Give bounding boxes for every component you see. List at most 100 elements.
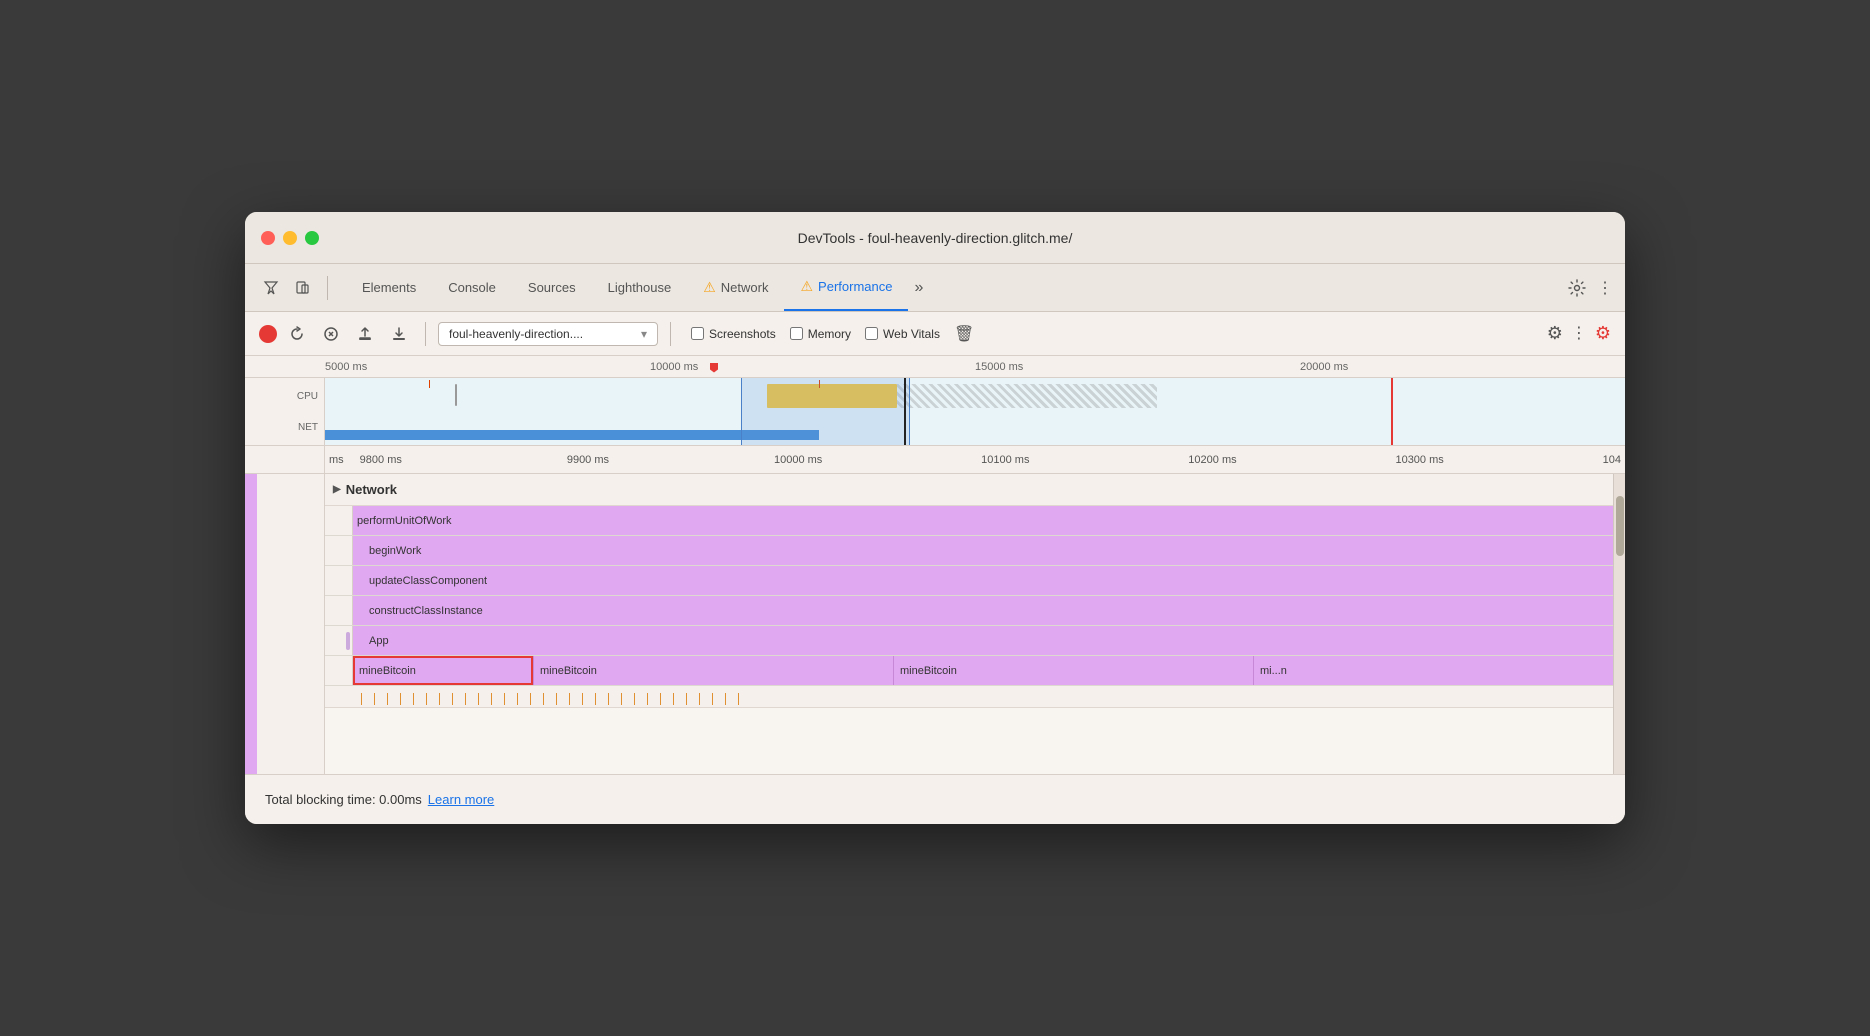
tick-10: [478, 693, 479, 705]
network-section-row[interactable]: ▶ Network: [325, 474, 1613, 506]
timeline-selection[interactable]: [741, 378, 910, 446]
detail-time-ruler: ms 9800 ms 9900 ms 10000 ms 10100 ms 102…: [245, 446, 1625, 474]
tr-ms: ms: [329, 454, 344, 466]
red-flag-marker: [710, 363, 718, 373]
update-class-cell[interactable]: updateClassComponent: [353, 566, 1613, 595]
record-button[interactable]: [259, 325, 277, 343]
flame-row-beginwork: beginWork: [325, 536, 1613, 566]
learn-more-link[interactable]: Learn more: [428, 792, 494, 807]
tick-row: [325, 686, 1613, 708]
more-tabs-button[interactable]: »: [908, 279, 929, 297]
reload-record-button[interactable]: [283, 320, 311, 348]
tick-18: [582, 693, 583, 705]
flame-row-updateclasscomponent: updateClassComponent: [325, 566, 1613, 596]
titlebar: DevTools - foul-heavenly-direction.glitc…: [245, 212, 1625, 264]
tabs-container: Elements Console Sources Lighthouse ⚠ Ne…: [338, 264, 1551, 311]
kebab-menu-button[interactable]: ⋮: [1597, 278, 1613, 298]
maximize-button[interactable]: [305, 231, 319, 245]
tr-10000: 10000 ms: [774, 454, 981, 466]
tick-11: [491, 693, 492, 705]
mine-block-3[interactable]: mineBitcoin: [893, 656, 1253, 685]
cpu-bar-small: [455, 384, 457, 406]
tr-104: 104: [1603, 454, 1625, 466]
settings-gear-icon[interactable]: ⚙: [1547, 323, 1563, 344]
close-button[interactable]: [261, 231, 275, 245]
ruler-15000: 15000 ms: [975, 361, 1300, 373]
clear-button[interactable]: 🗑: [954, 324, 974, 344]
tick-23: [647, 693, 648, 705]
left-sidebar: [245, 474, 325, 774]
device-icon[interactable]: [289, 274, 317, 302]
url-selector[interactable]: foul-heavenly-direction.... ▾: [438, 322, 658, 346]
scrollbar-thumb[interactable]: [1616, 496, 1624, 556]
tr-10300: 10300 ms: [1395, 454, 1602, 466]
web-vitals-checkbox[interactable]: Web Vitals: [865, 327, 940, 341]
inspector-icon[interactable]: [257, 274, 285, 302]
left-color-bar: [245, 474, 257, 774]
window-title: DevTools - foul-heavenly-direction.glitc…: [798, 230, 1073, 246]
tick-19: [595, 693, 596, 705]
tr-10100: 10100 ms: [981, 454, 1188, 466]
stop-button[interactable]: [317, 320, 345, 348]
traffic-lights: [261, 231, 319, 245]
tick-15: [543, 693, 544, 705]
tick-27: [699, 693, 700, 705]
tick-26: [686, 693, 687, 705]
cpu-orange-mark1: [429, 380, 430, 388]
upload-button[interactable]: [351, 320, 379, 348]
tick-17: [569, 693, 570, 705]
playhead-black: [904, 378, 906, 446]
red-settings-icon[interactable]: ⚙: [1595, 323, 1611, 344]
blocking-time-text: Total blocking time: 0.00ms: [265, 792, 422, 807]
memory-checkbox[interactable]: Memory: [790, 327, 851, 341]
tick-14: [530, 693, 531, 705]
net-label: NET: [251, 422, 318, 433]
tick-9: [465, 693, 466, 705]
vertical-scrollbar[interactable]: [1613, 474, 1625, 774]
tick-24: [660, 693, 661, 705]
performance-warning-icon: ⚠: [800, 278, 813, 295]
record-bar: foul-heavenly-direction.... ▾ Screenshot…: [245, 312, 1625, 356]
checkbox-group: Screenshots Memory Web Vitals: [691, 327, 940, 341]
tick-16: [556, 693, 557, 705]
tab-bar: Elements Console Sources Lighthouse ⚠ Ne…: [245, 264, 1625, 312]
begin-work-cell[interactable]: beginWork: [353, 536, 1613, 565]
url-text: foul-heavenly-direction....: [449, 327, 583, 341]
tick-12: [504, 693, 505, 705]
kebab-menu2-button[interactable]: ⋮: [1571, 323, 1587, 344]
mine-block-2[interactable]: mineBitcoin: [533, 656, 893, 685]
ruler-5000: 5000 ms: [325, 361, 650, 373]
screenshots-checkbox[interactable]: Screenshots: [691, 327, 776, 341]
tab-lighthouse[interactable]: Lighthouse: [592, 264, 688, 311]
tick-6: [426, 693, 427, 705]
timeline-overview[interactable]: 5000 ms 10000 ms 15000 ms 20000 ms CPU N…: [245, 356, 1625, 446]
mine-bitcoin-highlighted-cell[interactable]: mineBitcoin: [353, 656, 533, 685]
tick-30: [738, 693, 739, 705]
flame-row-performunitofwork: performUnitOfWork: [325, 506, 1613, 536]
ruler-20000: 20000 ms: [1300, 361, 1625, 373]
expand-arrow-icon[interactable]: ▶: [333, 484, 341, 495]
mine-block-4[interactable]: mi...n: [1253, 656, 1613, 685]
detail-area: ▶ Network performUnitOfWork beginWork: [245, 474, 1625, 774]
construct-class-cell[interactable]: constructClassInstance: [353, 596, 1613, 625]
tab-performance[interactable]: ⚠ Performance: [784, 264, 908, 311]
cpu-hatch-block: [897, 384, 1157, 408]
tick-20: [608, 693, 609, 705]
mine-bitcoin-blocks: mineBitcoin mineBitcoin mi...n: [533, 656, 1613, 685]
tab-sources[interactable]: Sources: [512, 264, 592, 311]
tick-21: [621, 693, 622, 705]
tab-network[interactable]: ⚠ Network: [687, 264, 784, 311]
minimize-button[interactable]: [283, 231, 297, 245]
tab-console[interactable]: Console: [432, 264, 512, 311]
tick-4: [400, 693, 401, 705]
perform-unit-cell[interactable]: performUnitOfWork: [353, 506, 1613, 535]
rec-separator2: [670, 322, 671, 346]
tick-28: [712, 693, 713, 705]
tab-elements[interactable]: Elements: [346, 264, 432, 311]
app-cell[interactable]: App: [353, 626, 1613, 655]
tick-3: [387, 693, 388, 705]
tick-29: [725, 693, 726, 705]
settings-icon[interactable]: [1563, 274, 1591, 302]
dropdown-arrow-icon: ▾: [641, 327, 647, 341]
download-button[interactable]: [385, 320, 413, 348]
